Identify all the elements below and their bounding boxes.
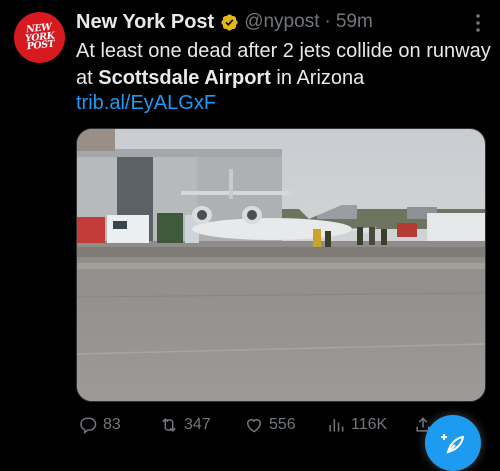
reply-button[interactable]: 83	[78, 415, 121, 435]
compose-tweet-button[interactable]	[425, 415, 481, 471]
verified-badge-icon	[221, 13, 238, 31]
more-options-icon[interactable]	[468, 12, 488, 34]
retweet-button[interactable]: 347	[159, 415, 211, 435]
avatar[interactable]: NEW YORK POST	[14, 12, 65, 63]
views-count: 116K	[351, 416, 388, 433]
timestamp[interactable]: 59m	[336, 11, 373, 33]
views-chart-icon	[329, 419, 344, 432]
retweet-count: 347	[184, 416, 211, 433]
separator-dot: ·	[324, 11, 331, 32]
retweet-icon	[162, 418, 176, 432]
like-button[interactable]: 556	[244, 415, 296, 435]
tweet-actions: 83 347 556 116K	[76, 410, 476, 440]
tweet-text: At least one dead after 2 jets collide o…	[76, 40, 491, 89]
photo-icon	[77, 129, 485, 401]
views-button[interactable]: 116K	[326, 415, 387, 435]
tweet-photo[interactable]	[76, 128, 486, 402]
nypost-logo: NEW YORK POST	[24, 21, 55, 53]
tweet-link[interactable]: trib.al/EyALGxF	[76, 92, 216, 115]
display-name[interactable]: New York Post	[76, 11, 214, 34]
handle[interactable]: @nypost	[244, 11, 319, 33]
tweet-header: New York Post @nypost · 59m	[76, 9, 470, 35]
reply-icon	[80, 417, 97, 434]
compose-feather-icon	[441, 434, 465, 454]
heart-icon	[247, 419, 261, 433]
reply-count: 83	[103, 416, 121, 433]
like-count: 556	[269, 416, 296, 433]
